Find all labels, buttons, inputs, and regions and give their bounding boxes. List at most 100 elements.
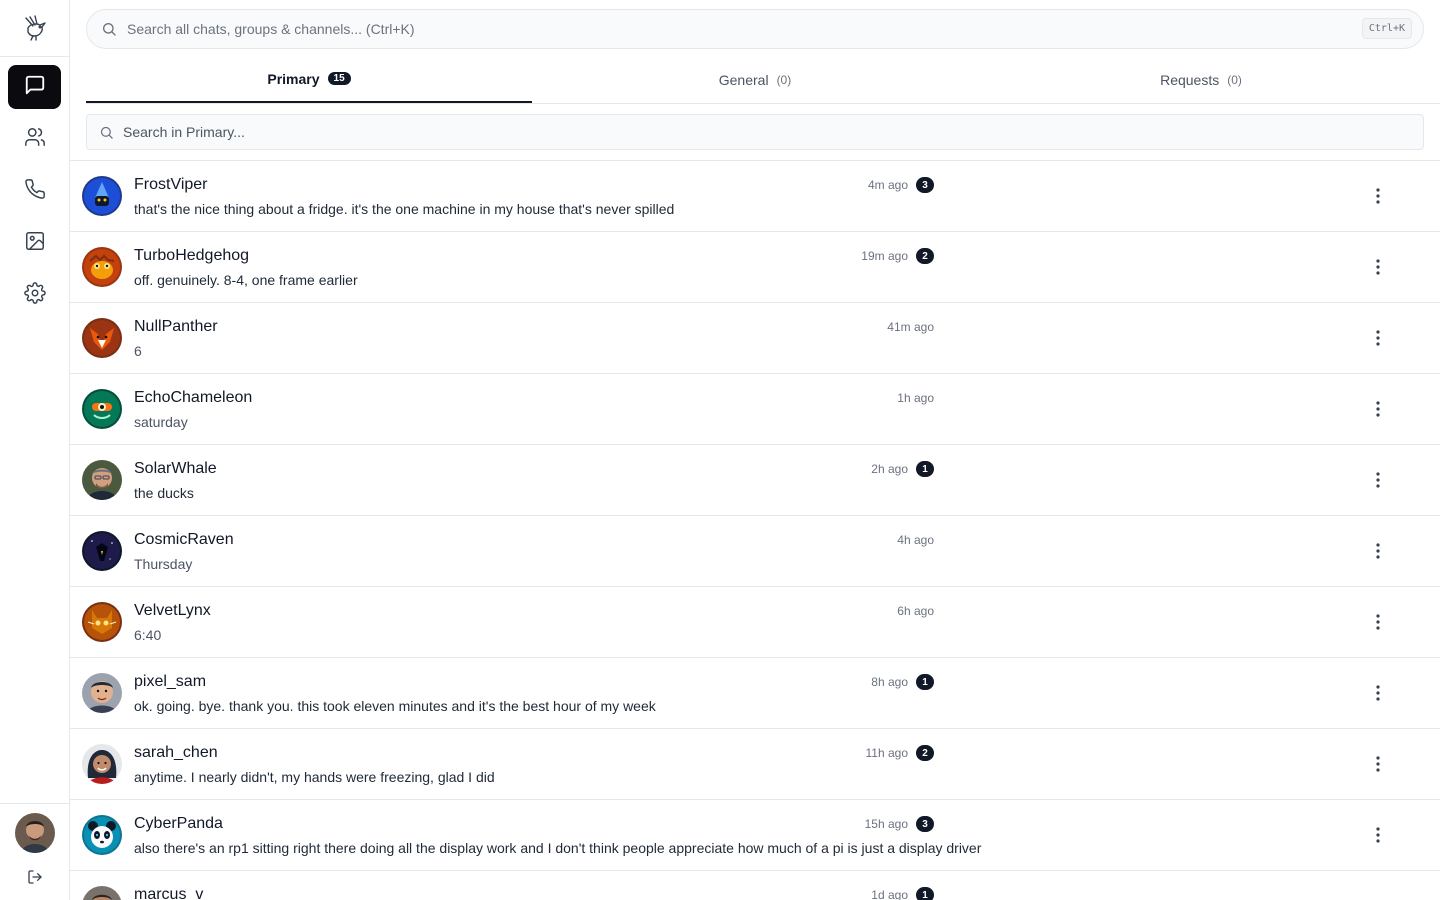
global-search-bar[interactable]: Ctrl+K <box>86 9 1424 49</box>
tab-general[interactable]: General (0) <box>532 56 978 103</box>
chat-meta: 1d ago 1 <box>871 887 934 900</box>
timestamp: 4m ago <box>867 178 908 192</box>
avatar <box>82 673 122 713</box>
timestamp: 4h ago <box>897 533 934 547</box>
timestamp: 19m ago <box>861 249 908 263</box>
chat-meta: 2h ago 1 <box>871 461 934 477</box>
phone-icon <box>24 178 46 205</box>
more-options-icon[interactable] <box>1367 185 1389 207</box>
contact-name: TurboHedgehog <box>134 247 250 264</box>
image-icon <box>24 230 46 257</box>
chat-row[interactable]: FrostViper that's the nice thing about a… <box>70 161 1440 232</box>
chat-meta: 8h ago 1 <box>871 674 934 690</box>
unread-badge: 2 <box>916 248 934 264</box>
more-options-icon[interactable] <box>1367 540 1389 562</box>
chat-row[interactable]: CosmicRaven Thursday 4h ago <box>70 516 1440 587</box>
tab-label: Requests <box>1160 71 1220 88</box>
contact-name: CyberPanda <box>134 815 223 832</box>
contact-name: VelvetLynx <box>134 602 211 619</box>
contact-name: EchoChameleon <box>134 389 253 406</box>
search-icon <box>99 124 115 140</box>
chat-row[interactable]: pixel_sam ok. going. bye. thank you. thi… <box>70 658 1440 729</box>
chat-row[interactable]: EchoChameleon saturday 1h ago <box>70 374 1440 445</box>
timestamp: 1d ago <box>871 888 908 900</box>
timestamp: 2h ago <box>871 462 908 476</box>
chat-meta: 6h ago <box>897 603 934 619</box>
timestamp: 41m ago <box>887 320 934 334</box>
unread-badge: 3 <box>916 177 934 193</box>
tab-label: General <box>718 71 769 88</box>
timestamp: 15h ago <box>864 817 908 831</box>
bird-logo-icon[interactable] <box>0 0 69 57</box>
chat-row[interactable]: VelvetLynx 6:40 6h ago <box>70 587 1440 658</box>
unread-badge: 1 <box>916 674 934 690</box>
more-options-icon[interactable] <box>1367 682 1389 704</box>
more-options-icon[interactable] <box>1367 256 1389 278</box>
chat-list: FrostViper that's the nice thing about a… <box>70 160 1440 900</box>
more-options-icon[interactable] <box>1367 327 1389 349</box>
nav-chats-button[interactable] <box>8 65 61 109</box>
nav-contacts-button[interactable] <box>8 117 61 161</box>
chat-meta: 1h ago <box>897 390 934 406</box>
primary-search-bar[interactable] <box>86 114 1424 150</box>
nav-settings-button[interactable] <box>8 273 61 317</box>
unread-badge: 2 <box>916 745 934 761</box>
timestamp: 8h ago <box>871 675 908 689</box>
contact-name: pixel_sam <box>134 673 207 690</box>
more-options-icon[interactable] <box>1367 469 1389 491</box>
message-preview: also there's an rp1 sitting right there … <box>134 840 982 856</box>
more-options-icon[interactable] <box>1367 398 1389 420</box>
current-user-avatar[interactable] <box>15 813 55 853</box>
message-preview: ok. going. bye. thank you. this took ele… <box>134 698 656 714</box>
nav-calls-button[interactable] <box>8 169 61 213</box>
chat-row[interactable]: CyberPanda also there's an rp1 sitting r… <box>70 800 1440 871</box>
message-preview: 6 <box>134 343 142 359</box>
chat-meta: 41m ago <box>887 319 934 335</box>
avatar <box>82 176 122 216</box>
users-icon <box>24 126 46 153</box>
log-out-icon[interactable] <box>24 866 46 888</box>
tab-count: (0) <box>1227 72 1242 87</box>
tab-requests[interactable]: Requests (0) <box>978 56 1424 103</box>
more-options-icon[interactable] <box>1367 824 1389 846</box>
nav-media-button[interactable] <box>8 221 61 265</box>
chat-row[interactable]: TurboHedgehog off. genuinely. 8-4, one f… <box>70 232 1440 303</box>
global-search-input[interactable] <box>127 21 1423 37</box>
timestamp: 6h ago <box>897 604 934 618</box>
avatar <box>82 389 122 429</box>
chat-meta: 15h ago 3 <box>865 816 934 832</box>
chat-meta: 4m ago 3 <box>868 177 934 193</box>
rail-bottom <box>0 803 69 900</box>
chat-row[interactable]: sarah_chen anytime. I nearly didn't, my … <box>70 729 1440 800</box>
message-preview: Thursday <box>134 556 193 572</box>
avatar <box>82 815 122 855</box>
primary-search-input[interactable] <box>123 124 1423 140</box>
tab-label: Primary <box>267 70 320 87</box>
shortcut-hint: Ctrl+K <box>1361 18 1412 39</box>
nav-rail <box>0 0 70 900</box>
more-options-icon[interactable] <box>1367 611 1389 633</box>
message-preview: the ducks <box>134 485 194 501</box>
chat-row[interactable]: NullPanther 6 41m ago <box>70 303 1440 374</box>
chat-meta: 11h ago 2 <box>865 745 934 761</box>
avatar <box>82 886 122 900</box>
message-square-icon <box>24 74 46 101</box>
unread-badge: 3 <box>916 816 934 832</box>
chat-row[interactable]: marcus_v 1d ago 1 <box>70 871 1440 900</box>
unread-badge: 1 <box>916 461 934 477</box>
chat-row[interactable]: SolarWhale the ducks 2h ago 1 <box>70 445 1440 516</box>
chat-meta: 4h ago <box>897 532 934 548</box>
timestamp: 1h ago <box>897 391 934 405</box>
chat-list-panel: Ctrl+K Primary 15 General (0) Requests (… <box>70 0 1440 900</box>
contact-name: FrostViper <box>134 176 208 193</box>
message-preview: off. genuinely. 8-4, one frame earlier <box>134 272 358 288</box>
tab-primary[interactable]: Primary 15 <box>86 56 532 103</box>
avatar <box>82 744 122 784</box>
message-preview: that's the nice thing about a fridge. it… <box>134 201 675 217</box>
more-options-icon[interactable] <box>1367 753 1389 775</box>
contact-name: marcus_v <box>134 886 204 900</box>
timestamp: 11h ago <box>865 746 909 760</box>
unread-badge: 1 <box>916 887 934 900</box>
avatar <box>82 531 122 571</box>
message-preview: saturday <box>134 414 188 430</box>
